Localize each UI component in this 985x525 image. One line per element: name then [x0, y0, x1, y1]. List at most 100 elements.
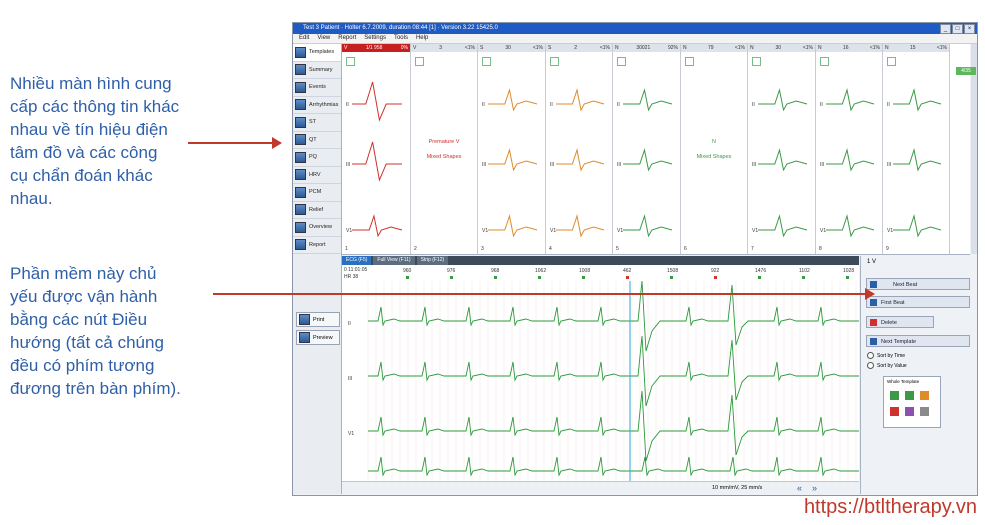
menu-edit[interactable]: Edit [299, 34, 309, 43]
beat-marker[interactable] [758, 276, 761, 279]
nav-item-overview[interactable]: Overview [293, 219, 341, 237]
lead-label: V1 [346, 228, 352, 234]
rr-interval-label: 1508 [667, 268, 678, 274]
class-normal2-button[interactable] [905, 391, 914, 400]
first-beat-button[interactable]: First Beat [866, 296, 970, 308]
nav-item-report[interactable]: Report [293, 237, 341, 254]
template-card[interactable]: N 30 <1% 7 II III V1 [748, 44, 816, 254]
menu-report[interactable]: Report [338, 34, 356, 43]
annotation-arrow-2 [213, 288, 875, 300]
class-s-button[interactable] [920, 391, 929, 400]
class-artifact-button[interactable] [920, 407, 929, 416]
beat-marker[interactable] [670, 276, 673, 279]
menu-help[interactable]: Help [416, 34, 428, 43]
rr-interval-label: 960 [403, 268, 412, 274]
nav-item-st[interactable]: ST [293, 114, 341, 132]
nav-item-pcm[interactable]: PCM [293, 184, 341, 202]
lead-label: II [482, 102, 485, 108]
minimize-icon[interactable]: _ [940, 24, 951, 34]
template-card[interactable]: N 79 <1% 6 N Mixed Shapes [681, 44, 748, 254]
lead-label: II [550, 102, 553, 108]
template-card[interactable]: N 16 <1% 8 II III V1 [816, 44, 883, 254]
maximize-icon[interactable]: □ [952, 24, 963, 34]
template-count: 15 [909, 45, 916, 51]
ecg-trace [368, 281, 859, 352]
beat-marker[interactable] [626, 276, 629, 279]
delete-button[interactable]: Delete [866, 316, 934, 328]
class-other-button[interactable] [905, 407, 914, 416]
close-icon[interactable]: × [964, 24, 975, 34]
template-card[interactable]: N 15 <1% 9 II III V1 [883, 44, 950, 254]
template-waveform: IIIIIV1 [887, 88, 942, 238]
tab-strip[interactable]: Strip (F12) [416, 256, 449, 265]
template-waveform: IIIIIV1 [346, 81, 403, 238]
lead-label: III [550, 162, 554, 168]
lead-label: V1 [887, 228, 893, 234]
template-waveform: IIIIIV1 [752, 88, 808, 238]
next-beat-button[interactable]: Next Beat [866, 278, 970, 290]
template-checkbox[interactable] [685, 57, 694, 66]
whole-template-label: Whole Template [887, 379, 920, 384]
nav-item-templates[interactable]: Templates [293, 44, 341, 62]
menu-tools[interactable]: Tools [394, 34, 408, 43]
nav-item-events[interactable]: Events [293, 79, 341, 97]
rr-ruler: 960 976 968 1062 1008 462 1508 922 1476 1102 1028 [403, 268, 854, 279]
class-normal-button[interactable] [890, 391, 899, 400]
beat-marker[interactable] [846, 276, 849, 279]
lead-label: III [346, 162, 350, 168]
template-header: N 15 <1% [883, 44, 949, 52]
nav-item-label: QT [309, 136, 317, 143]
template-card[interactable]: S 30 <1% 3 II III V1 [478, 44, 546, 254]
nav-item-arrhythmias[interactable]: Arrhythmias [293, 97, 341, 114]
nav-item-summary[interactable]: Summary [293, 62, 341, 79]
preview-button[interactable]: Preview [296, 330, 340, 345]
viewer-tabs: ECG (F5) Full View (F11) Strip (F12) [342, 256, 859, 265]
sort-value-radio[interactable]: Sort by Value [867, 362, 907, 369]
pcm-icon [295, 186, 306, 198]
template-card[interactable]: V 1/1 958 0% 1 II III V1 [342, 44, 411, 254]
template-waveform: IIIIIV1 [482, 88, 538, 238]
rr-interval-label: 1102 [799, 268, 810, 274]
rewind-icon[interactable]: « [797, 482, 802, 494]
nav-item-hrv[interactable]: HRV [293, 167, 341, 184]
menu-settings[interactable]: Settings [364, 34, 386, 43]
ecg-traces[interactable]: IIIIIV1 [342, 281, 859, 481]
template-card[interactable]: N 30021 92% 5 II III V1 [613, 44, 681, 254]
templates-panel: V 1/1 958 0% 1 II III V1 V 3 <1% 2 Premature V Mixed… [342, 44, 970, 255]
events-icon [295, 81, 306, 93]
lead-label: V1 [482, 228, 488, 234]
beat-marker[interactable] [802, 276, 805, 279]
forward-icon[interactable]: » [812, 482, 817, 494]
tab-ecg[interactable]: ECG (F5) [342, 256, 372, 265]
template-header: S 30 <1% [478, 44, 545, 52]
beat-marker[interactable] [714, 276, 717, 279]
menu-view[interactable]: View [317, 34, 330, 43]
nav-item-qt[interactable]: QT [293, 132, 341, 149]
template-pct: <1% [869, 45, 880, 51]
beat-marker[interactable] [582, 276, 585, 279]
beat-marker[interactable] [494, 276, 497, 279]
print-button[interactable]: Print [296, 312, 340, 327]
beat-marker[interactable] [406, 276, 409, 279]
template-card[interactable]: V 3 <1% 2 Premature V Mixed Shapes [411, 44, 478, 254]
template-label: N [683, 45, 687, 51]
beat-marker[interactable] [538, 276, 541, 279]
nav-item-label: Overview [309, 224, 332, 231]
template-card[interactable]: S 2 <1% 4 II III V1 [546, 44, 613, 254]
viewer-bottom-bar: 10 mm/mV, 25 mm/s « » [342, 481, 859, 494]
arrhythmias-icon [295, 99, 306, 111]
overview-icon [295, 221, 306, 233]
template-checkbox[interactable] [415, 57, 424, 66]
class-v-button[interactable] [890, 407, 899, 416]
next-template-button[interactable]: Next Template [866, 335, 970, 347]
nav-item-pq[interactable]: PQ [293, 149, 341, 167]
beat-marker[interactable] [450, 276, 453, 279]
pq-icon [295, 151, 306, 163]
nav-item-relief[interactable]: Relief [293, 202, 341, 219]
lead-label: III [348, 376, 352, 382]
template-waveform: IIIIIV1 [550, 88, 605, 238]
templates-scrollbar[interactable]: 4/35 [956, 44, 977, 254]
tab-full-view[interactable]: Full View (F11) [373, 256, 415, 265]
sort-time-radio[interactable]: Sort by Time [867, 352, 905, 359]
delete-label: Delete [881, 320, 897, 326]
